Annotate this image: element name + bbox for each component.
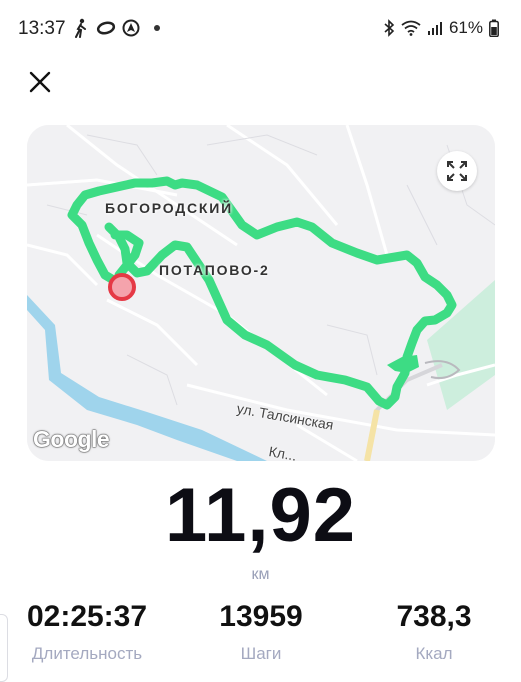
side-panel-edge[interactable] [0,614,8,682]
stat-duration: 02:25:37 Длительность [2,600,172,664]
close-icon [29,71,51,93]
distance-unit: км [251,566,270,583]
wifi-icon [401,20,421,36]
walk-icon [75,18,86,38]
status-bar: 13:37 61% [0,0,521,58]
stat-steps: 13959 Шаги [176,600,346,664]
stat-calories-value: 738,3 [396,600,472,633]
signal-icon [427,22,442,35]
distance-value: 11,92 [165,473,356,558]
map-label-potapovo: ПОТАПОВО-2 [159,262,270,278]
battery-icon [489,19,499,37]
oval-icon [96,21,116,35]
stat-duration-label: Длительность [31,644,143,663]
map-label-bogorodsky: БОГОРОДСКИЙ [105,200,234,216]
stat-duration-value: 02:25:37 [26,600,148,633]
notification-dot [154,25,160,31]
location-icon [122,19,140,37]
stat-calories-label: Ккал [415,644,453,663]
stat-steps-value: 13959 [219,600,303,633]
expand-map-button[interactable] [437,151,477,191]
start-marker [108,273,136,301]
stat-calories: 738,3 Ккал [349,600,519,664]
route-map[interactable]: БОГОРОДСКИЙ ПОТАПОВО-2 ул. Талсинская Кл… [27,125,495,461]
bluetooth-icon [384,19,395,37]
battery-percent: 61% [448,18,483,37]
expand-icon [447,161,467,181]
google-logo: Google [33,426,110,452]
close-button[interactable] [24,66,56,98]
status-time: 13:37 [18,18,66,39]
stat-steps-label: Шаги [240,644,282,663]
